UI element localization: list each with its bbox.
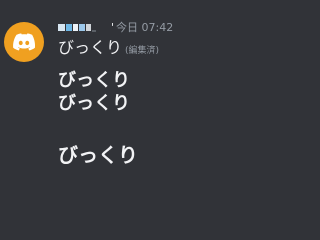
message-header: ' 今日 07:42 [58,17,173,37]
username-redaction [86,23,91,31]
message-line-heading: びっくり [58,143,138,167]
username-redaction [79,23,85,31]
message-line-heading: びっくり [58,70,130,91]
message-line: びっくり (編集済) [58,38,159,61]
message-text: びっくり [58,38,123,57]
user-avatar[interactable] [4,22,44,62]
username-redaction [66,23,72,31]
message-line-heading: びっくり [58,93,130,114]
username-redaction [73,23,78,31]
message-timestamp[interactable]: 今日 07:42 [116,19,173,35]
username-tail: ' [111,20,115,34]
username-redaction [92,30,96,32]
username-redaction [58,23,65,31]
discord-logo-icon [13,33,36,51]
username-obscured[interactable]: ' [58,19,114,35]
chat-message: ' 今日 07:42 びっくり (編集済) びっくり びっくり びっくり [0,0,224,216]
edited-indicator: (編集済) [125,46,160,56]
